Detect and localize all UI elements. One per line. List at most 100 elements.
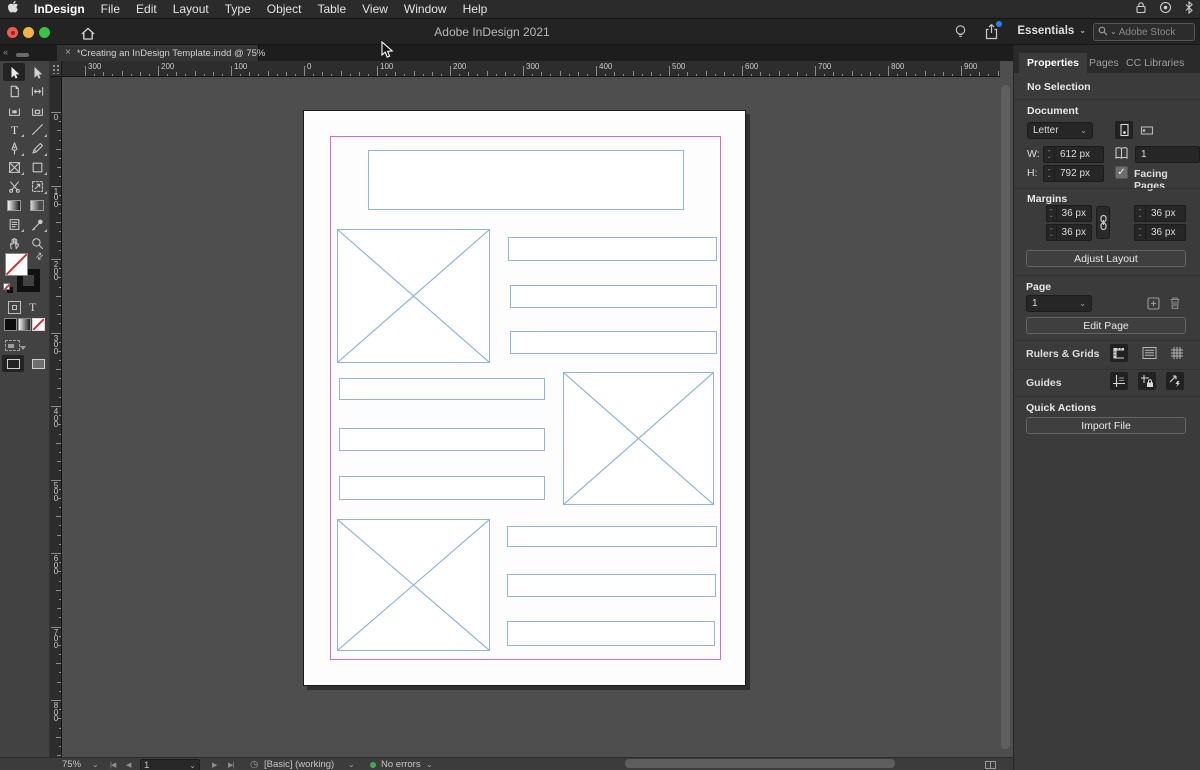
orientation-portrait-button[interactable] [1115,121,1133,139]
discover-lightbulb-icon[interactable] [953,24,968,45]
fill-swatch[interactable] [5,253,28,276]
menu-window[interactable]: Window [396,2,455,16]
add-page-icon[interactable] [1147,297,1160,315]
prev-page-button[interactable]: ◀ [126,758,131,770]
margin-top-field[interactable]: ⌃ ⌄ 36 px [1046,205,1092,222]
page-tool[interactable] [3,82,25,100]
screen-mode-preview-button[interactable] [27,355,49,372]
width-field[interactable]: ⌃ ⌄ 612 px [1043,146,1104,163]
delete-page-icon[interactable] [1169,296,1181,315]
toolbar-dock-grip[interactable] [16,53,29,57]
height-stepper[interactable]: ⌃ ⌄ [1044,166,1055,181]
width-stepper[interactable]: ⌃ ⌄ [1044,147,1055,162]
vertical-scrollbar[interactable] [999,79,1012,755]
page-number-field[interactable]: 1 ⌄ [140,759,200,770]
menu-table[interactable]: Table [309,2,354,16]
search-input[interactable] [1118,26,1183,38]
menu-type[interactable]: Type [217,2,259,16]
errors-chevron-icon[interactable]: ⌄ [426,758,433,770]
text-placeholder-frame[interactable] [510,285,717,308]
adobe-stock-search[interactable]: ⌄ [1093,23,1195,41]
menu-file[interactable]: File [93,2,128,16]
image-placeholder-frame[interactable] [563,372,714,505]
orientation-landscape-button[interactable] [1138,121,1156,139]
preflight-icon[interactable]: ◷ [250,758,258,770]
first-page-button[interactable]: |◀ [110,758,116,770]
rectangle-tool[interactable] [26,158,48,176]
preflight-chevron-icon[interactable]: ⌄ [348,758,355,770]
margin-right-field[interactable]: ⌃ ⌄ 36 px [1134,205,1186,222]
note-tool[interactable] [3,215,25,233]
gap-tool[interactable] [26,82,48,100]
text-placeholder-frame[interactable] [339,428,545,451]
document-grid-button[interactable] [1168,344,1186,362]
formatting-affects-text-button[interactable]: T [29,300,36,315]
text-placeholder-frame[interactable] [507,621,715,646]
gradient-feather-tool[interactable] [26,196,48,214]
image-placeholder-frame[interactable] [337,519,490,651]
horizontal-ruler[interactable]: 300 200 100 0 100 200 300 400 500 600 700 800 900 [62,61,1000,77]
pen-tool[interactable] [3,139,25,157]
pencil-tool[interactable] [26,139,48,157]
line-tool[interactable] [26,120,48,138]
text-placeholder-frame[interactable] [507,574,716,597]
show-guides-button[interactable] [1110,372,1128,390]
image-placeholder-frame[interactable] [337,229,490,363]
document-canvas[interactable] [62,77,1000,757]
preflight-status[interactable]: No errors [381,758,421,770]
gradient-swatch-tool[interactable] [3,196,25,214]
zoom-chevron-icon[interactable]: ⌄ [92,758,99,770]
preflight-profile[interactable]: [Basic] (working) [264,758,334,770]
page-size-select[interactable]: Letter ⌄ [1027,122,1093,139]
last-page-button[interactable]: ▶| [228,758,234,770]
next-page-button[interactable]: ▶ [212,758,217,770]
text-placeholder-frame[interactable] [508,237,717,261]
text-placeholder-frame[interactable] [507,526,717,547]
document-page[interactable] [303,110,746,686]
window-close-button[interactable] [7,27,18,38]
hand-tool[interactable] [3,234,25,252]
tab-cc-libraries[interactable]: CC Libraries [1118,53,1192,73]
vertical-scrollbar-thumb[interactable] [1001,85,1010,749]
direct-selection-tool[interactable] [26,63,48,81]
apple-menu-icon[interactable] [0,0,26,19]
menu-help[interactable]: Help [455,2,496,16]
import-file-button[interactable]: Import File [1026,417,1186,434]
privacy-indicator-icon[interactable] [1135,1,1147,19]
screen-mode-normal-button[interactable] [2,355,24,372]
free-transform-tool[interactable] [26,177,48,195]
view-options-button[interactable] [5,340,26,351]
screen-record-icon[interactable] [1159,1,1172,19]
text-placeholder-frame[interactable] [510,331,717,354]
home-icon[interactable] [80,26,96,46]
facing-pages-checkbox[interactable] [1115,166,1128,179]
menu-view[interactable]: View [354,2,396,16]
workspace-switcher[interactable]: Essentials ⌄ [1017,25,1086,37]
baseline-grid-button[interactable] [1140,344,1158,362]
margin-bottom-field[interactable]: ⌃ ⌄ 36 px [1046,224,1092,241]
edit-page-button[interactable]: Edit Page [1026,317,1186,334]
menu-layout[interactable]: Layout [165,2,217,16]
zoom-level[interactable]: 75% [62,758,81,770]
link-margins-toggle[interactable] [1096,206,1110,239]
selection-tool[interactable] [3,63,25,81]
scissors-tool[interactable] [3,177,25,195]
tab-close-icon[interactable]: × [65,48,71,58]
smart-guides-button[interactable] [1166,372,1184,390]
page-list-chevron-icon[interactable]: ⌄ [189,761,196,770]
page-select[interactable]: 1 ⌄ [1026,295,1092,312]
type-tool[interactable]: T [3,120,25,138]
vertical-ruler[interactable]: 01 0 02 0 03 0 04 0 05 0 06 0 07 0 08 0 … [50,77,62,757]
adjust-layout-button[interactable]: Adjust Layout [1026,250,1186,267]
split-view-icon[interactable] [985,758,996,770]
tab-properties[interactable]: Properties [1019,53,1087,73]
formatting-affects-container-button[interactable] [8,301,21,314]
content-collector-tool[interactable] [3,101,25,119]
lock-guides-button[interactable] [1138,372,1156,390]
show-rulers-button[interactable] [1110,344,1128,362]
collapse-toolbar-icon[interactable]: « [3,47,8,57]
apply-gradient-button[interactable] [18,318,31,331]
zoom-tool[interactable] [26,234,48,252]
color-theme-tool[interactable] [26,215,48,233]
ruler-origin-corner[interactable] [50,61,62,77]
